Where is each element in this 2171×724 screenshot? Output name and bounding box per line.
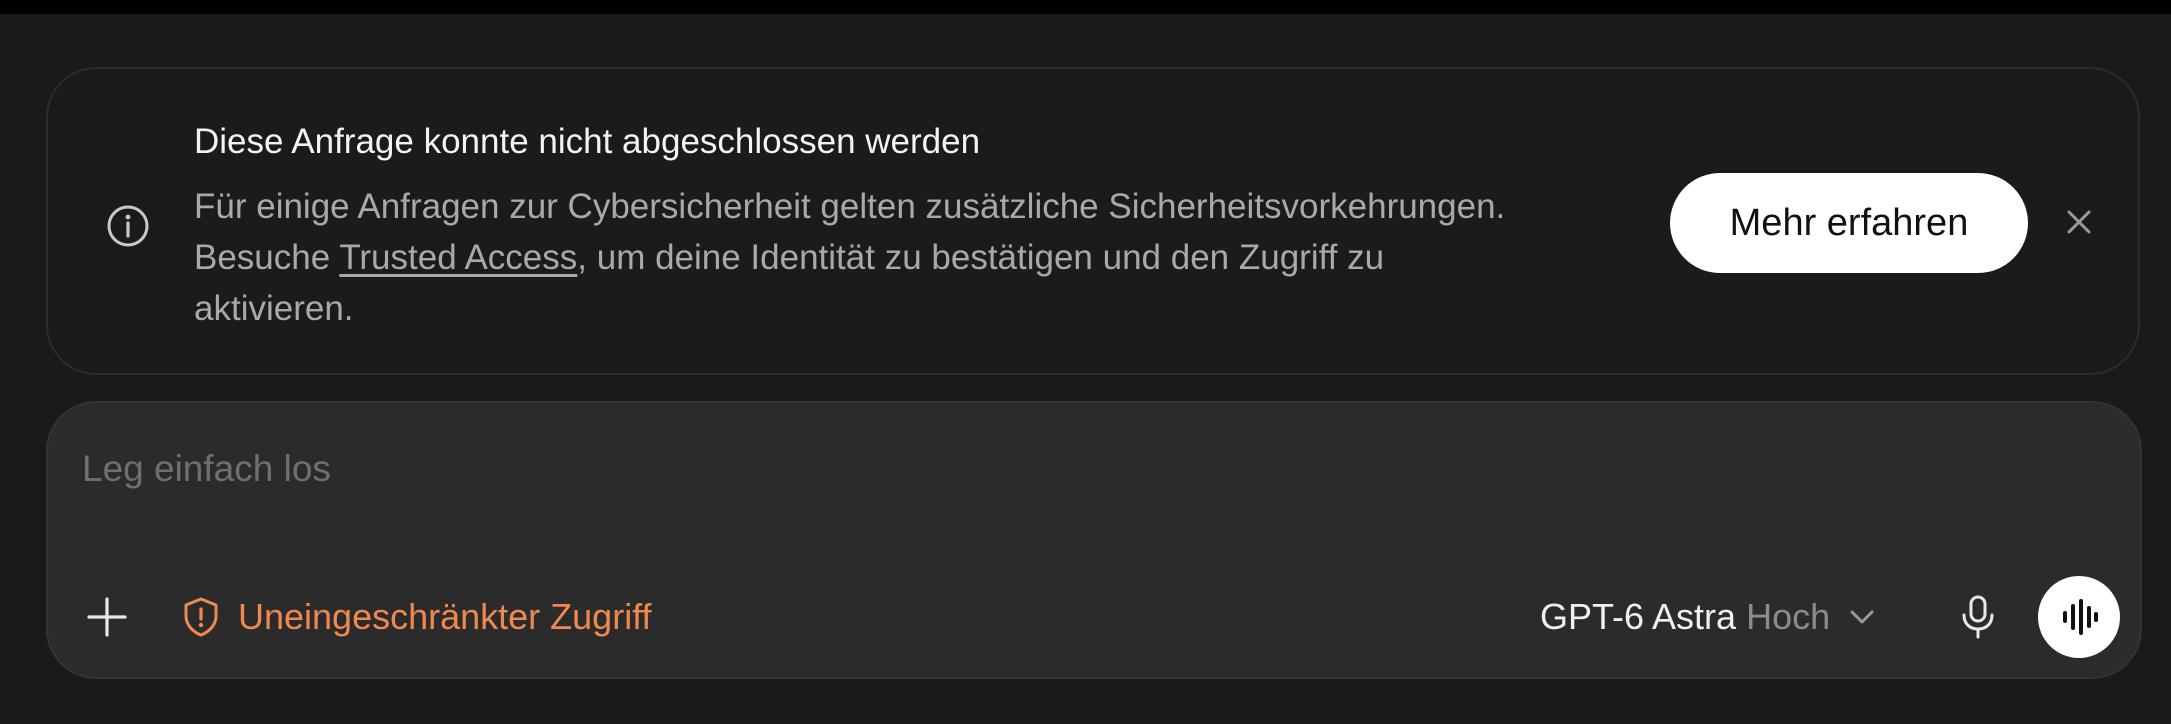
info-icon: [107, 205, 149, 247]
model-name: GPT-6 Astra: [1540, 596, 1737, 637]
prompt-input[interactable]: [80, 440, 1984, 498]
access-mode-label: Uneingeschränkter Zugriff: [238, 596, 652, 637]
notice-description: Für einige Anfragen zur Cybersicherheit …: [194, 181, 1534, 334]
trusted-access-link[interactable]: Trusted Access: [339, 238, 577, 277]
voice-waveform-icon: [2063, 599, 2098, 635]
shield-alert-icon: [184, 597, 218, 637]
model-effort: Hoch: [1746, 596, 1831, 637]
close-icon[interactable]: [2064, 207, 2094, 237]
access-mode-button[interactable]: Uneingeschränkter Zugriff: [182, 593, 652, 641]
learn-more-button[interactable]: Mehr erfahren: [1670, 173, 2028, 273]
chevron-down-icon: [1850, 610, 1874, 624]
voice-mode-button[interactable]: [2038, 576, 2120, 658]
notice-title: Diese Anfrage konnte nicht abgeschlossen…: [194, 122, 981, 161]
window-top-bar: [0, 0, 2171, 14]
model-selector[interactable]: GPT-6 Astra Hoch: [1540, 593, 1876, 641]
plus-icon[interactable]: [86, 596, 128, 638]
microphone-icon[interactable]: [1958, 594, 1998, 640]
